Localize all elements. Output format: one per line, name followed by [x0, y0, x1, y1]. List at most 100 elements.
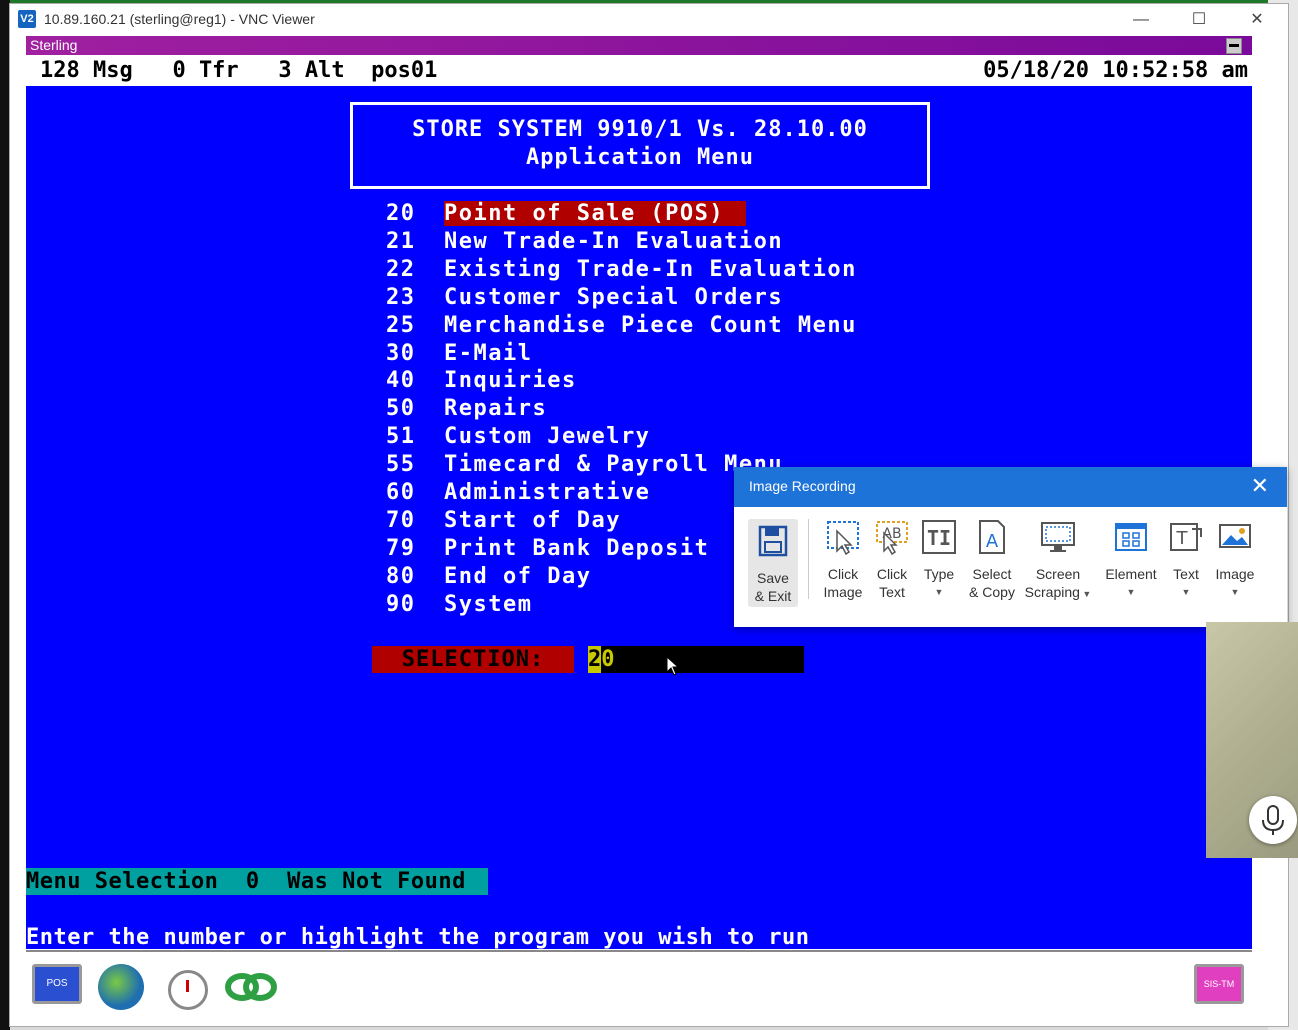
menu-item-label: Administrative	[444, 480, 651, 505]
selection-value: 20	[588, 646, 615, 673]
menu-item-40[interactable]: 40 Inquiries	[386, 367, 577, 395]
menu-item-55[interactable]: 55 Timecard & Payroll Menu	[386, 451, 783, 479]
menu-header-box: STORE SYSTEM 9910/1 Vs. 28.10.00 Applica…	[350, 102, 930, 189]
click-image-button[interactable]: Click Image	[818, 519, 868, 614]
text-button[interactable]: T Text ▼	[1166, 519, 1206, 614]
menu-item-label: E-Mail	[444, 340, 533, 366]
terminal-status-line: 128 Msg 0 Tfr 3 Alt pos01 05/18/20 10:52…	[26, 56, 1252, 86]
save-icon	[758, 525, 788, 557]
menu-item-label: Existing Trade-In Evaluation	[444, 256, 857, 282]
menu-item-label: Custom Jewelry	[444, 424, 651, 450]
recorder-title: Image Recording	[749, 478, 856, 494]
image-dropdown-caret-icon[interactable]: ▼	[1210, 583, 1260, 601]
svg-text:T: T	[1176, 528, 1189, 549]
pos-terminal-icon[interactable]: POS	[32, 964, 82, 1004]
menu-item-label: System	[444, 591, 533, 617]
svg-text:A: A	[986, 531, 999, 552]
menu-item-21[interactable]: 21 New Trade-In Evaluation	[386, 228, 783, 256]
prompt-text: Enter the number or highlight the progra…	[26, 925, 810, 950]
microphone-icon	[1262, 805, 1284, 835]
text-icon: T	[1170, 523, 1202, 551]
close-button[interactable]: ✕	[1228, 4, 1286, 36]
element-label: Element	[1105, 566, 1157, 582]
click-text-label: Click Text	[876, 566, 908, 600]
image-button[interactable]: Image ▼	[1210, 519, 1260, 614]
page-title: Application Menu	[526, 145, 754, 170]
menu-item-20[interactable]: 20 Point of Sale (POS)	[386, 200, 747, 228]
screen-scraping-button[interactable]: Screen Scraping ▼	[1024, 519, 1092, 614]
app-window-control-button[interactable]: ▬	[1226, 38, 1242, 54]
menu-item-79[interactable]: 79 Print Bank Deposit	[386, 535, 709, 563]
menu-item-number: 70	[386, 507, 416, 533]
menu-item-label: Inquiries	[444, 368, 577, 394]
selection-cursor-char: 2	[588, 647, 602, 672]
menu-item-label: Repairs	[444, 396, 548, 422]
menu-item-70[interactable]: 70 Start of Day	[386, 507, 621, 535]
menu-item-80[interactable]: 80 End of Day	[386, 563, 591, 591]
text-label: Text	[1173, 566, 1199, 582]
app-title: Sterling	[30, 37, 78, 53]
menu-item-label: Timecard & Payroll Menu	[444, 452, 784, 478]
menu-item-label: Print Bank Deposit	[444, 535, 710, 561]
link-icon[interactable]	[224, 970, 278, 1004]
sis-terminal-icon[interactable]: SIS-TM	[1194, 964, 1244, 1004]
menu-item-label: Merchandise Piece Count Menu	[444, 312, 857, 338]
click-text-icon: AB	[876, 521, 908, 556]
menu-item-number: 80	[386, 563, 416, 589]
status-datetime: 05/18/20 10:52:58 am	[983, 58, 1248, 83]
vnc-logo-icon: V2	[18, 10, 36, 28]
save-exit-button[interactable]: Save & Exit	[748, 519, 798, 607]
status-counters: 128 Msg 0 Tfr 3 Alt pos01	[40, 58, 438, 83]
type-button[interactable]: TI Type ▼	[918, 519, 960, 614]
sterling-app-bar: Sterling ▬	[26, 36, 1252, 55]
menu-item-23[interactable]: 23 Customer Special Orders	[386, 284, 783, 312]
element-button[interactable]: Element ▼	[1102, 519, 1160, 614]
menu-item-number: 30	[386, 340, 416, 366]
window-title: 10.89.160.21 (sterling@reg1) - VNC Viewe…	[44, 11, 315, 27]
menu-item-number: 60	[386, 480, 416, 505]
select-copy-button[interactable]: A Select & Copy	[964, 519, 1020, 614]
menu-item-number: 20	[386, 201, 416, 226]
menu-item-50[interactable]: 50 Repairs	[386, 395, 547, 423]
recorder-close-button[interactable]: ✕	[1251, 473, 1269, 499]
click-image-icon	[827, 521, 859, 556]
system-version-title: STORE SYSTEM 9910/1 Vs. 28.10.00	[412, 117, 868, 142]
menu-item-22[interactable]: 22 Existing Trade-In Evaluation	[386, 256, 857, 284]
menu-item-60[interactable]: 60 Administrative	[386, 479, 650, 507]
screen-scraping-label: Screen Scraping ▼	[1024, 566, 1092, 600]
clock-icon[interactable]	[168, 970, 208, 1010]
click-text-button[interactable]: AB Click Text	[870, 519, 914, 614]
type-icon: TI	[922, 520, 956, 554]
svg-text:TI: TI	[927, 526, 951, 550]
menu-item-number: 79	[386, 535, 416, 561]
image-icon	[1219, 524, 1251, 548]
menu-item-label: Start of Day	[444, 507, 621, 533]
menu-item-label: New Trade-In Evaluation	[444, 228, 784, 254]
type-label: Type	[923, 566, 955, 582]
image-label: Image	[1215, 566, 1255, 582]
select-copy-label: Select & Copy	[969, 566, 1015, 600]
minimize-button[interactable]: —	[1112, 4, 1170, 36]
screen-scraping-icon	[1041, 522, 1075, 552]
menu-item-25[interactable]: 25 Merchandise Piece Count Menu	[386, 312, 857, 340]
menu-item-number: 50	[386, 396, 416, 422]
menu-item-90[interactable]: 90 System	[386, 591, 532, 619]
menu-item-number: 25	[386, 312, 416, 338]
desktop-left-edge	[0, 0, 10, 1030]
menu-item-number: 23	[386, 284, 416, 310]
globe-icon[interactable]	[98, 964, 144, 1010]
save-exit-label: Save & Exit	[754, 570, 792, 604]
maximize-button[interactable]: ☐	[1170, 4, 1228, 36]
mouse-pointer-icon	[666, 656, 680, 676]
microphone-button[interactable]	[1249, 796, 1297, 844]
vnc-titlebar: V2 10.89.160.21 (sterling@reg1) - VNC Vi…	[10, 4, 1288, 36]
element-dropdown-caret-icon[interactable]: ▼	[1102, 583, 1160, 601]
menu-item-number: 55	[386, 452, 416, 478]
selection-input[interactable]: 20	[588, 646, 804, 673]
type-dropdown-caret-icon[interactable]: ▼	[918, 583, 960, 601]
menu-item-number: 51	[386, 424, 416, 450]
text-dropdown-caret-icon[interactable]: ▼	[1166, 583, 1206, 601]
menu-item-51[interactable]: 51 Custom Jewelry	[386, 423, 650, 451]
menu-item-30[interactable]: 30 E-Mail	[386, 340, 532, 368]
click-image-label: Click Image	[823, 566, 863, 600]
